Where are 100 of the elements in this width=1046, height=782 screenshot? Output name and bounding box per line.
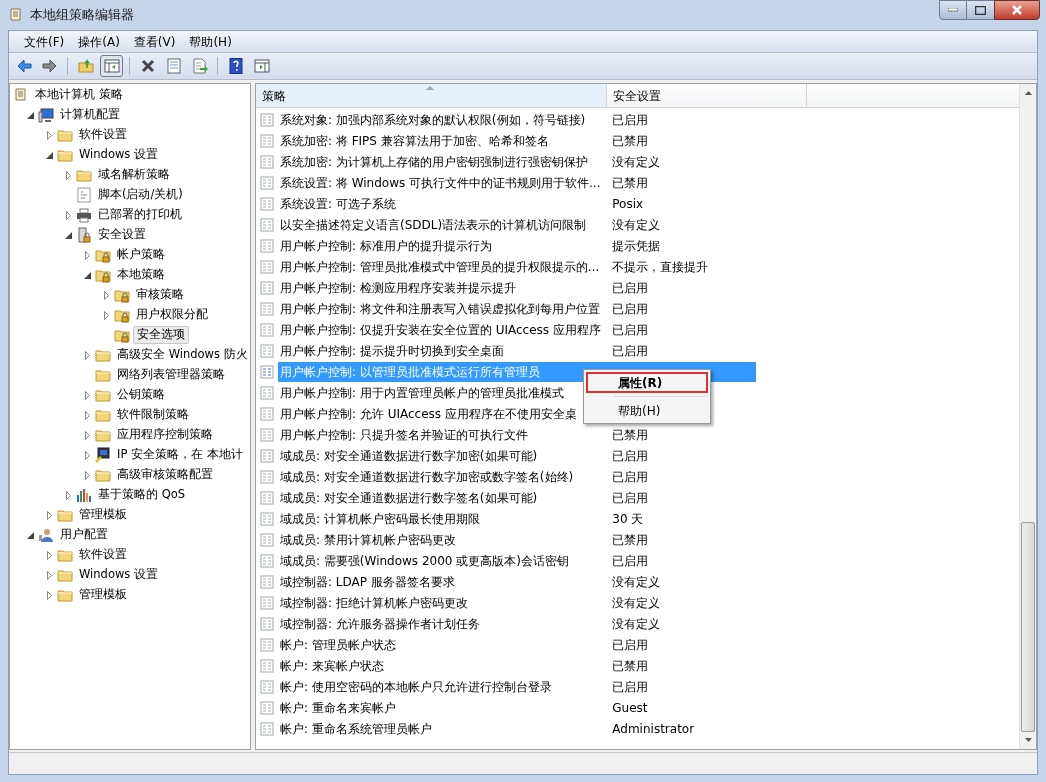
expanded-caret-icon[interactable] (64, 231, 72, 239)
table-cell[interactable]: 用户帐户控制: 提示提升时切换到安全桌面 (278, 340, 607, 361)
tree-item[interactable]: 本地计算机 策略 (32, 86, 126, 104)
tree-item[interactable]: 安全选项 (133, 326, 189, 344)
menu-item[interactable]: 文件(F) (17, 31, 72, 52)
menu-item[interactable]: 属性(R) (586, 372, 708, 393)
tree-item[interactable]: 高级安全 Windows 防火 (114, 346, 250, 364)
tree-item[interactable]: 计算机配置 (57, 106, 123, 124)
script-icon (76, 187, 92, 203)
tree-item[interactable]: 公钥策略 (114, 386, 168, 404)
scrollbar[interactable] (1019, 84, 1036, 749)
scrollbar-thumb[interactable] (1021, 522, 1035, 732)
computer-icon (38, 107, 54, 123)
expanded-caret-icon[interactable] (26, 531, 34, 539)
table-cell[interactable]: 以安全描述符定义语言(SDDL)语法表示的计算机访问限制 (278, 214, 607, 235)
policy-icon (260, 700, 274, 715)
tree-item[interactable]: 用户配置 (57, 526, 111, 544)
tree-item[interactable]: 网络列表管理器策略 (114, 366, 228, 384)
table-cell[interactable]: 用户帐户控制: 管理员批准模式中管理员的提升权限提示的... (278, 256, 607, 277)
tree-item[interactable]: 用户权限分配 (133, 306, 211, 324)
tree-item[interactable]: 脚本(启动/关机) (95, 186, 186, 204)
table-cell[interactable]: 用户帐户控制: 将文件和注册表写入错误虚拟化到每用户位置 (278, 298, 607, 319)
table-cell[interactable]: 域成员: 计算机帐户密码最长使用期限 (278, 508, 607, 529)
collapsed-caret-icon[interactable] (84, 450, 90, 460)
table-cell[interactable]: 用户帐户控制: 标准用户的提升提示行为 (278, 235, 607, 256)
tree-item[interactable]: 本地策略 (114, 266, 168, 284)
collapsed-caret-icon[interactable] (46, 130, 52, 140)
table-cell[interactable]: 域成员: 禁用计算机帐户密码更改 (278, 529, 607, 550)
pane-icon (253, 58, 270, 74)
tree-item[interactable]: 安全设置 (95, 226, 149, 244)
tree-item[interactable]: 软件限制策略 (114, 406, 192, 424)
table-cell[interactable]: 系统设置: 可选子系统 (278, 193, 607, 214)
menu-item[interactable]: 查看(V) (126, 31, 183, 52)
collapsed-caret-icon[interactable] (46, 570, 52, 580)
table-cell[interactable]: 系统加密: 为计算机上存储的用户密钥强制进行强密钥保护 (278, 151, 607, 172)
table-cell[interactable]: 帐户: 管理员帐户状态 (278, 634, 607, 655)
table-cell[interactable]: 域控制器: LDAP 服务器签名要求 (278, 571, 607, 592)
tree-item[interactable]: 域名解析策略 (95, 166, 173, 184)
bar-chart-icon (76, 487, 92, 503)
table-cell-text: Guest (611, 699, 649, 717)
collapsed-caret-icon[interactable] (65, 490, 71, 500)
table-cell[interactable]: 帐户: 重命名系统管理员帐户 (278, 718, 607, 739)
column-header[interactable]: 安全设置 (607, 84, 807, 107)
collapsed-caret-icon[interactable] (84, 350, 90, 360)
tree-item[interactable]: 软件设置 (76, 126, 130, 144)
collapsed-caret-icon[interactable] (46, 510, 52, 520)
tree-item[interactable]: 应用程序控制策略 (114, 426, 216, 444)
tree-item[interactable]: 基于策略的 QoS (95, 486, 189, 504)
policy-icon (260, 721, 274, 736)
collapsed-caret-icon[interactable] (103, 290, 109, 300)
menu-item[interactable]: 帮助(H) (182, 31, 239, 52)
menu-item[interactable]: 帮助(H) (586, 400, 708, 421)
tree-item[interactable]: 审核策略 (133, 286, 187, 304)
policy-icon (260, 154, 274, 169)
tree-item[interactable]: 管理模板 (76, 506, 130, 524)
close-button[interactable] (994, 0, 1040, 20)
table-cell[interactable]: 域成员: 对安全通道数据进行数字签名(如果可能) (278, 487, 607, 508)
table-cell-text: 已启用 (611, 111, 650, 129)
table-cell[interactable]: 帐户: 重命名来宾帐户 (278, 697, 607, 718)
table-cell[interactable]: 系统加密: 将 FIPS 兼容算法用于加密、哈希和签名 (278, 130, 607, 151)
table-cell[interactable]: 帐户: 来宾帐户状态 (278, 655, 607, 676)
collapsed-caret-icon[interactable] (84, 430, 90, 440)
collapsed-caret-icon[interactable] (84, 410, 90, 420)
collapsed-caret-icon[interactable] (65, 170, 71, 180)
table-cell[interactable]: 域成员: 对安全通道数据进行数字加密或数字签名(始终) (278, 466, 607, 487)
collapsed-caret-icon[interactable] (84, 250, 90, 260)
expanded-caret-icon[interactable] (26, 111, 34, 119)
folder-icon (57, 547, 73, 563)
tree-item[interactable]: 已部署的打印机 (95, 206, 185, 224)
collapsed-caret-icon[interactable] (46, 550, 52, 560)
tree-item[interactable]: Windows 设置 (76, 566, 161, 584)
table-cell[interactable]: 域成员: 对安全通道数据进行数字加密(如果可能) (278, 445, 607, 466)
expanded-caret-icon[interactable] (83, 271, 91, 279)
tree-item[interactable]: IP 安全策略，在 本地计 (114, 446, 246, 464)
folder-icon (95, 367, 111, 383)
collapsed-caret-icon[interactable] (84, 390, 90, 400)
table-cell[interactable]: 域控制器: 允许服务器操作者计划任务 (278, 613, 607, 634)
tree-item[interactable]: Windows 设置 (76, 146, 161, 164)
maximize-button[interactable] (967, 0, 994, 20)
tree-item[interactable]: 高级审核策略配置 (114, 466, 216, 484)
table-cell[interactable]: 用户帐户控制: 检测应用程序安装并提示提升 (278, 277, 607, 298)
close-icon (1011, 5, 1023, 15)
toolbar-button[interactable] (100, 55, 123, 77)
tree-item[interactable]: 软件设置 (76, 546, 130, 564)
menu-item[interactable]: 操作(A) (71, 31, 127, 52)
collapsed-caret-icon[interactable] (46, 590, 52, 600)
table-cell[interactable]: 用户帐户控制: 只提升签名并验证的可执行文件 (278, 424, 607, 445)
table-cell[interactable]: 系统对象: 加强内部系统对象的默认权限(例如，符号链接) (278, 109, 607, 130)
table-cell[interactable]: 域控制器: 拒绝计算机帐户密码更改 (278, 592, 607, 613)
table-cell[interactable]: 域成员: 需要强(Windows 2000 或更高版本)会话密钥 (278, 550, 607, 571)
expanded-caret-icon[interactable] (45, 151, 53, 159)
column-header[interactable]: 策略 (256, 84, 607, 107)
table-cell[interactable]: 系统设置: 将 Windows 可执行文件中的证书规则用于软件... (278, 172, 607, 193)
collapsed-caret-icon[interactable] (65, 210, 71, 220)
collapsed-caret-icon[interactable] (103, 310, 109, 320)
table-cell[interactable]: 帐户: 使用空密码的本地帐户只允许进行控制台登录 (278, 676, 607, 697)
tree-item[interactable]: 帐户策略 (114, 246, 168, 264)
collapsed-caret-icon[interactable] (84, 470, 90, 480)
tree-item[interactable]: 管理模板 (76, 586, 130, 604)
table-cell[interactable]: 用户帐户控制: 仅提升安装在安全位置的 UIAccess 应用程序 (278, 319, 607, 340)
